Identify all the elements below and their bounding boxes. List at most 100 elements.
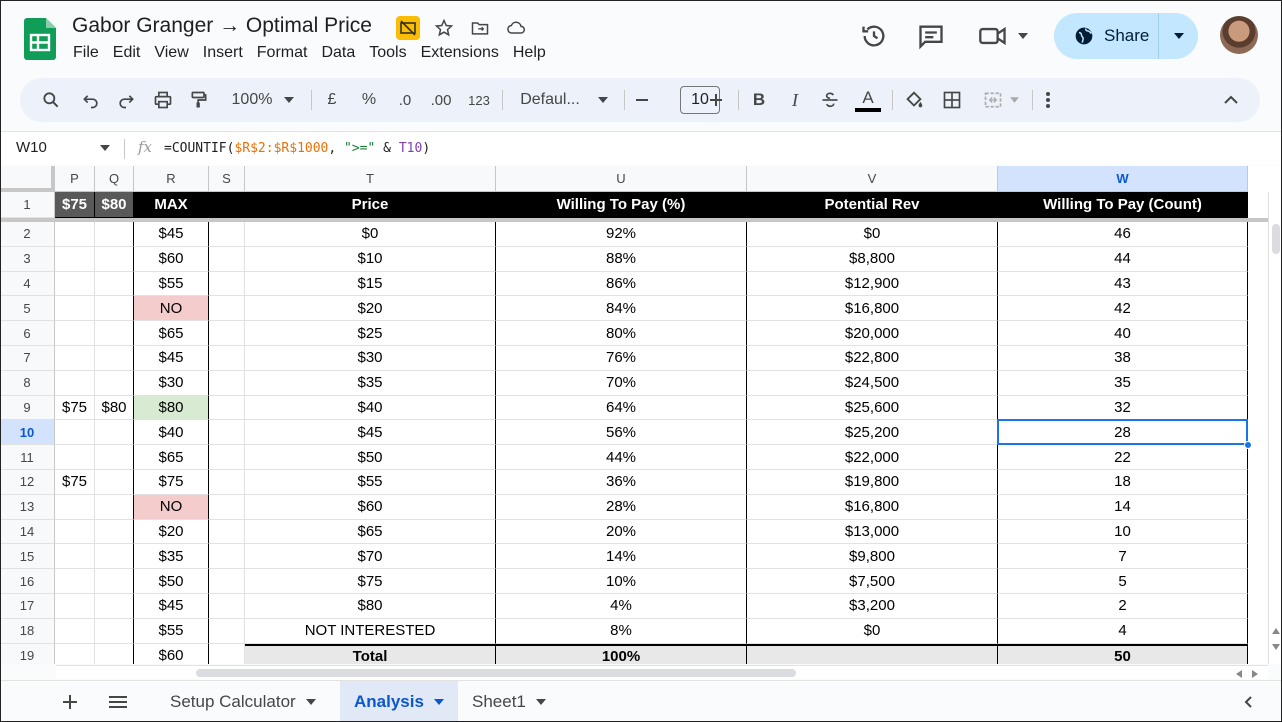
cell-w4[interactable]: 43 xyxy=(998,271,1248,297)
cell-w14[interactable]: 10 xyxy=(998,519,1248,545)
header-cell-t[interactable]: Price xyxy=(245,192,496,218)
decrease-decimal-button[interactable]: .0 xyxy=(392,78,418,122)
sheets-logo-icon[interactable] xyxy=(24,18,56,60)
cell-r9[interactable]: $80 xyxy=(134,395,209,421)
column-header-r[interactable]: R xyxy=(134,166,209,192)
cell-r14[interactable]: $20 xyxy=(134,519,209,545)
cell-s6[interactable] xyxy=(209,321,245,346)
cell-q9[interactable]: $80 xyxy=(95,395,134,421)
cell-q5[interactable] xyxy=(95,296,134,322)
cell-t7[interactable]: $30 xyxy=(245,346,496,371)
number-format-button[interactable]: 123 xyxy=(464,78,494,122)
cell-q16[interactable] xyxy=(95,569,134,594)
chevron-down-icon[interactable] xyxy=(305,699,316,705)
row-header-16[interactable]: 16 xyxy=(0,569,55,594)
cell-t10[interactable]: $45 xyxy=(245,420,496,446)
cell-v4[interactable]: $12,900 xyxy=(747,271,998,297)
header-cell-q[interactable]: $80 xyxy=(95,192,134,218)
more-options-icon[interactable] xyxy=(1040,78,1056,122)
cell-u5[interactable]: 84% xyxy=(496,296,747,322)
row-header-6[interactable]: 6 xyxy=(0,321,55,346)
cell-s7[interactable] xyxy=(209,346,245,371)
strikethrough-icon[interactable] xyxy=(818,78,842,122)
cell-w19[interactable]: 50 xyxy=(998,643,1248,664)
paid-icon[interactable] xyxy=(396,16,420,40)
row-header-10[interactable]: 10 xyxy=(0,420,55,446)
row-header-3[interactable]: 3 xyxy=(0,246,55,272)
increase-font-size-icon[interactable] xyxy=(706,78,726,122)
cell-v5[interactable]: $16,800 xyxy=(747,296,998,322)
menu-view[interactable]: View xyxy=(147,44,195,62)
cell-p4[interactable] xyxy=(55,271,95,297)
menu-file[interactable]: File xyxy=(66,44,106,62)
cell-p2[interactable] xyxy=(55,222,95,247)
header-cell-w[interactable]: Willing To Pay (Count) xyxy=(998,192,1248,218)
document-title[interactable]: Gabor Granger → Optimal Price xyxy=(72,14,372,38)
cell-u9[interactable]: 64% xyxy=(496,395,747,421)
cloud-saved-icon[interactable] xyxy=(504,16,528,40)
cell-p17[interactable] xyxy=(55,594,95,619)
menu-data[interactable]: Data xyxy=(314,44,362,62)
cell-q6[interactable] xyxy=(95,321,134,346)
cell-r6[interactable]: $65 xyxy=(134,321,209,346)
formula-input[interactable]: =COUNTIF($R$2:$R$1000, ">=" & T10) xyxy=(164,141,430,156)
comments-icon[interactable] xyxy=(917,22,945,50)
cell-s8[interactable] xyxy=(209,370,245,396)
scroll-left-arrow-icon[interactable] xyxy=(1236,670,1242,678)
cell-r15[interactable]: $35 xyxy=(134,544,209,570)
cell-q18[interactable] xyxy=(95,618,134,644)
tab-sheet1[interactable]: Sheet1 xyxy=(458,681,560,722)
cell-q13[interactable] xyxy=(95,494,134,520)
cell-v9[interactable]: $25,600 xyxy=(747,395,998,421)
cell-u12[interactable]: 36% xyxy=(496,470,747,495)
cell-v12[interactable]: $19,800 xyxy=(747,470,998,495)
cell-u7[interactable]: 76% xyxy=(496,346,747,371)
row-header-7[interactable]: 7 xyxy=(0,346,55,371)
cell-p3[interactable] xyxy=(55,246,95,272)
italic-button[interactable]: I xyxy=(784,78,806,122)
star-icon[interactable] xyxy=(432,16,456,40)
cell-t15[interactable]: $70 xyxy=(245,544,496,570)
column-header-s[interactable]: S xyxy=(209,166,245,192)
cell-q12[interactable] xyxy=(95,470,134,495)
cell-p12[interactable]: $75 xyxy=(55,470,95,495)
version-history-icon[interactable] xyxy=(860,22,888,50)
cell-t16[interactable]: $75 xyxy=(245,569,496,594)
row-header-15[interactable]: 15 xyxy=(0,544,55,570)
row-header-4[interactable]: 4 xyxy=(0,271,55,297)
cell-v7[interactable]: $22,800 xyxy=(747,346,998,371)
cell-w8[interactable]: 35 xyxy=(998,370,1248,396)
cell-w6[interactable]: 40 xyxy=(998,321,1248,346)
cell-t17[interactable]: $80 xyxy=(245,594,496,619)
cell-p5[interactable] xyxy=(55,296,95,322)
column-header-v[interactable]: V xyxy=(747,166,998,192)
cell-u4[interactable]: 86% xyxy=(496,271,747,297)
cell-t3[interactable]: $10 xyxy=(245,246,496,272)
horizontal-scrollbar[interactable] xyxy=(56,665,1268,679)
cell-w2[interactable]: 46 xyxy=(998,222,1248,247)
cell-t6[interactable]: $25 xyxy=(245,321,496,346)
cell-p19[interactable] xyxy=(55,643,95,664)
add-sheet-icon[interactable] xyxy=(62,694,78,710)
cell-p18[interactable] xyxy=(55,618,95,644)
cell-u8[interactable]: 70% xyxy=(496,370,747,396)
meet-icon[interactable] xyxy=(978,22,1028,50)
cell-p15[interactable] xyxy=(55,544,95,570)
fill-color-icon[interactable] xyxy=(900,78,928,122)
cell-v14[interactable]: $13,000 xyxy=(747,519,998,545)
scroll-right-arrow-icon[interactable] xyxy=(1252,670,1258,678)
fill-handle[interactable] xyxy=(1244,441,1252,450)
menu-extensions[interactable]: Extensions xyxy=(414,44,506,62)
cell-p8[interactable] xyxy=(55,370,95,396)
cell-t12[interactable]: $55 xyxy=(245,470,496,495)
cell-p10[interactable] xyxy=(55,420,95,446)
cell-r10[interactable]: $40 xyxy=(134,420,209,446)
cell-s13[interactable] xyxy=(209,494,245,520)
cell-v18[interactable]: $0 xyxy=(747,618,998,644)
sheet-list-left-icon[interactable] xyxy=(1244,696,1252,708)
cell-v16[interactable]: $7,500 xyxy=(747,569,998,594)
menu-edit[interactable]: Edit xyxy=(106,44,148,62)
undo-icon[interactable] xyxy=(78,78,104,122)
cell-r8[interactable]: $30 xyxy=(134,370,209,396)
share-button[interactable]: Share xyxy=(1054,13,1198,59)
